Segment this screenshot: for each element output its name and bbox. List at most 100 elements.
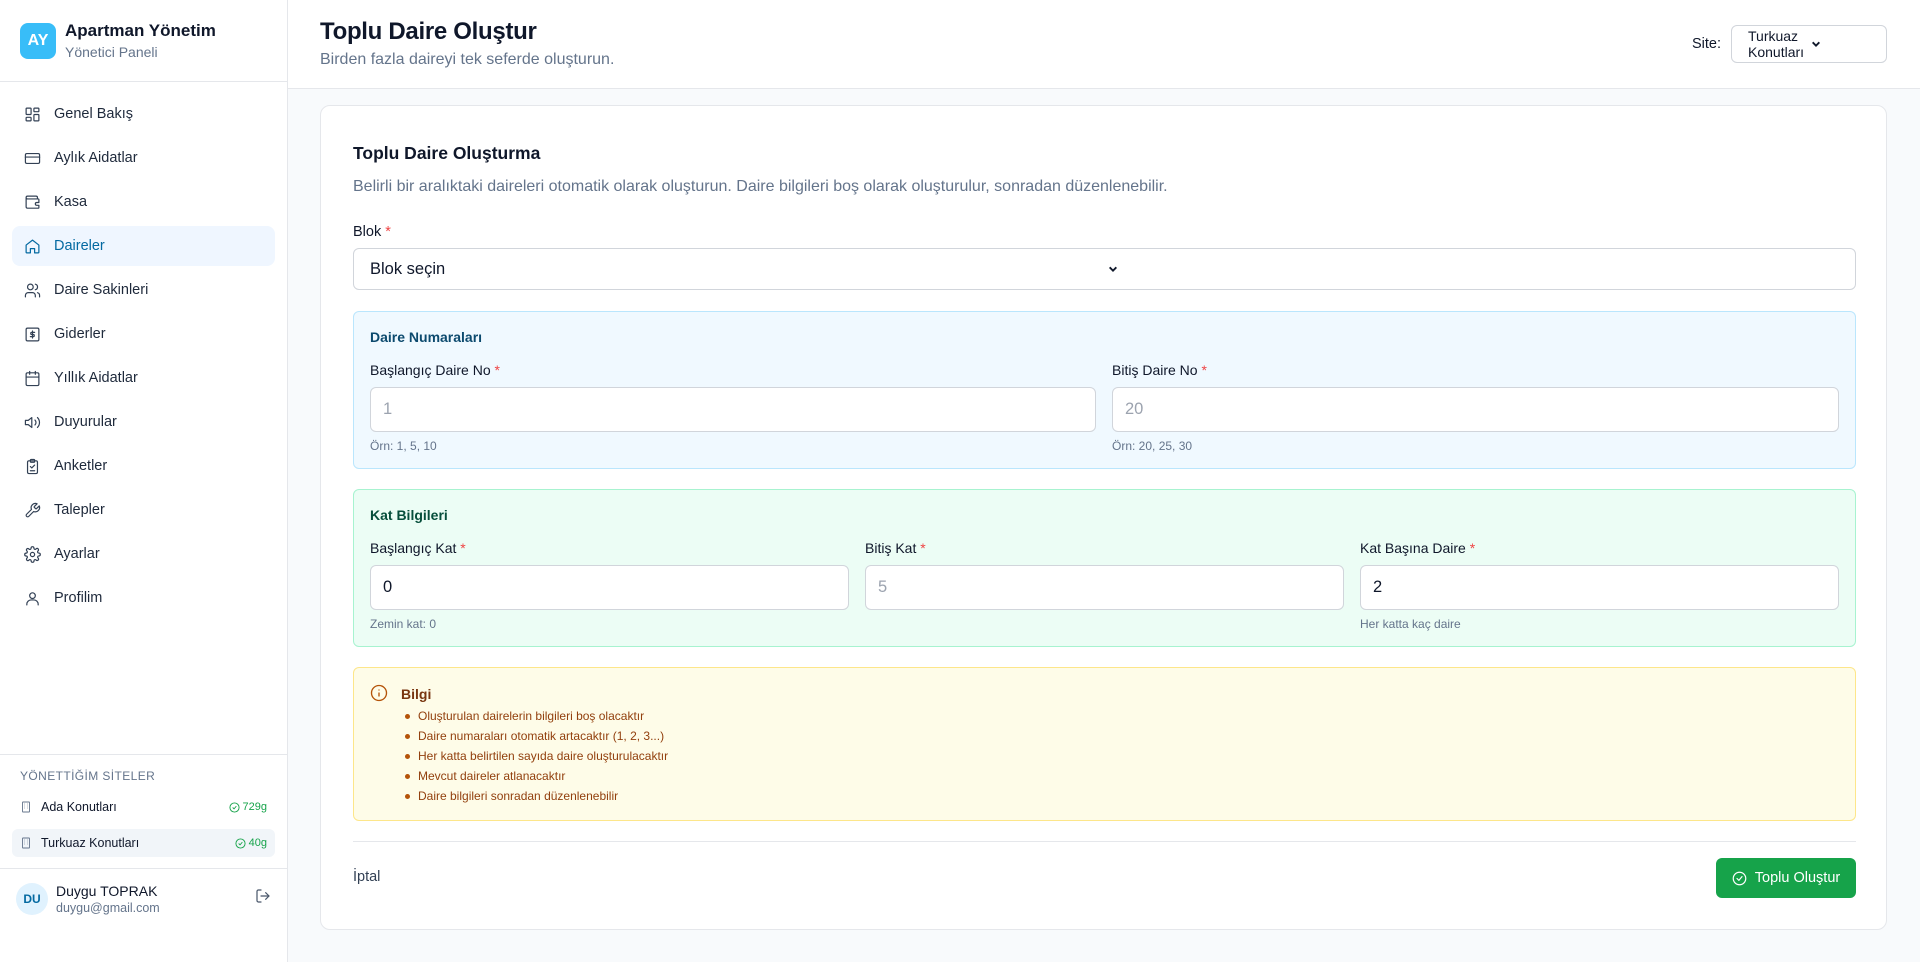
sidebar-item-profilim[interactable]: Profilim bbox=[12, 578, 275, 618]
check-circle-icon bbox=[235, 837, 246, 849]
sidebar-item-label: Yıllık Aidatlar bbox=[54, 370, 138, 386]
start-floor-field: Başlangıç Kat * 0 Zemin kat: 0 bbox=[370, 540, 849, 631]
sidebar: AY Apartman Yönetim Yönetici Paneli Gene… bbox=[0, 0, 288, 962]
logout-icon[interactable] bbox=[255, 888, 271, 909]
required-mark: * bbox=[1201, 362, 1207, 378]
sidebar-item-yillik-aidatlar[interactable]: Yıllık Aidatlar bbox=[12, 358, 275, 398]
sidebar-item-label: Ayarlar bbox=[54, 546, 100, 562]
site-switcher-label: Site: bbox=[1691, 36, 1721, 52]
field-label: Kat Başına Daire * bbox=[1360, 540, 1839, 556]
info-icon bbox=[370, 684, 388, 707]
divider bbox=[353, 841, 1856, 842]
field-label: Başlangıç Kat * bbox=[370, 540, 849, 556]
blok-select-value: Blok seçin bbox=[370, 259, 446, 278]
field-label: Bitiş Kat * bbox=[865, 540, 1344, 556]
field-label: Bitiş Daire No * bbox=[1112, 362, 1839, 378]
sidebar-item-label: Genel Bakış bbox=[54, 106, 133, 122]
sidebar-item-genel-bakis[interactable]: Genel Bakış bbox=[12, 94, 275, 134]
brand-subtitle: Yönetici Paneli bbox=[65, 44, 158, 60]
field-label-text: Başlangıç Daire No bbox=[370, 362, 491, 378]
field-label-text: Bitiş Daire No bbox=[1112, 362, 1198, 378]
end-floor-field: Bitiş Kat * 5 bbox=[865, 540, 1344, 610]
sidebar-item-label: Daire Sakinleri bbox=[54, 282, 149, 298]
chevron-down-icon bbox=[1811, 36, 1874, 52]
wallet-icon bbox=[24, 194, 41, 211]
site-name: Turkuaz Konutları bbox=[41, 836, 140, 850]
start-number-input[interactable]: 1 bbox=[370, 387, 1096, 432]
sidebar-item-daire-sakinleri[interactable]: Daire Sakinleri bbox=[12, 270, 275, 310]
cancel-button[interactable]: İptal bbox=[353, 869, 380, 885]
sidebar-item-ayarlar[interactable]: Ayarlar bbox=[12, 534, 275, 574]
sidebar-item-giderler[interactable]: Giderler bbox=[12, 314, 275, 354]
required-mark: * bbox=[1469, 540, 1476, 556]
sidebar-item-label: Giderler bbox=[54, 326, 106, 342]
sidebar-item-aylik-aidatlar[interactable]: Aylık Aidatlar bbox=[12, 138, 275, 178]
blok-select[interactable]: Blok seçin bbox=[353, 248, 1856, 290]
field-hint: Her katta kaç daire bbox=[1360, 617, 1461, 631]
info-title: Bilgi bbox=[401, 686, 432, 702]
site-select[interactable]: Turkuaz Konutları bbox=[1731, 25, 1887, 63]
check-circle-icon bbox=[228, 801, 240, 813]
sidebar-item-duyurular[interactable]: Duyurular bbox=[12, 402, 275, 442]
page-subtitle: Birden fazla daireyi tek seferde oluştur… bbox=[320, 51, 615, 68]
field-label: Başlangıç Daire No * bbox=[370, 362, 1096, 378]
per-floor-input[interactable]: 2 bbox=[1360, 565, 1839, 610]
end-number-input[interactable]: 20 bbox=[1112, 387, 1839, 432]
end-number-field: Bitiş Daire No * 20 Örn: 20, 25, 30 bbox=[1112, 362, 1839, 453]
chevron-down-icon bbox=[1108, 260, 1846, 279]
sidebar-item-label: Aylık Aidatlar bbox=[54, 150, 138, 166]
user-icon bbox=[24, 590, 41, 607]
sidebar-item-talepler[interactable]: Talepler bbox=[12, 490, 275, 530]
dollar-icon bbox=[24, 326, 41, 343]
site-item-ada-konutlari[interactable]: Ada Konutları 729g bbox=[12, 793, 275, 821]
field-label-text: Başlangıç Kat bbox=[370, 540, 457, 556]
building-icon bbox=[20, 801, 32, 813]
field-hint: Örn: 1, 5, 10 bbox=[370, 439, 437, 453]
sidebar-item-daireler[interactable]: Daireler bbox=[12, 226, 275, 266]
avatar: DU bbox=[16, 882, 48, 915]
sidebar-item-label: Kasa bbox=[54, 194, 88, 210]
sidebar-item-anketler[interactable]: Anketler bbox=[12, 446, 275, 486]
field-label-text: Bitiş Kat bbox=[865, 540, 917, 556]
sidebar-item-kasa[interactable]: Kasa bbox=[12, 182, 275, 222]
site-days-label: 40g bbox=[248, 837, 267, 849]
managed-sites: YÖNETTİĞİM SİTELER Ada Konutları 729g Tu… bbox=[0, 754, 287, 865]
sidebar-item-label: Anketler bbox=[54, 458, 108, 474]
calendar-icon bbox=[24, 370, 41, 387]
start-floor-input[interactable]: 0 bbox=[370, 565, 849, 610]
user-panel: DU Duygu TOPRAK duygu@gmail.com bbox=[0, 868, 287, 928]
sidebar-nav: Genel Bakış Aylık Aidatlar Kasa Daireler… bbox=[0, 82, 287, 618]
site-subscription-days: 729g bbox=[228, 801, 267, 813]
per-floor-field: Kat Başına Daire * 2 Her katta kaç daire bbox=[1360, 540, 1839, 631]
brand-logo: AY bbox=[20, 22, 56, 59]
blok-label: Blok * bbox=[353, 224, 391, 240]
info-item: Daire numaraları otomatik artacaktır (1,… bbox=[401, 726, 668, 746]
info-list: Oluşturulan dairelerin bilgileri boş ola… bbox=[401, 706, 668, 806]
building-icon bbox=[20, 837, 32, 849]
blok-label-text: Blok bbox=[353, 224, 382, 240]
site-subscription-days: 40g bbox=[235, 837, 267, 849]
site-switcher: Site: Turkuaz Konutları bbox=[1692, 25, 1887, 63]
bulk-create-button[interactable]: Toplu Oluştur bbox=[1716, 858, 1856, 898]
check-circle-icon bbox=[1732, 871, 1747, 885]
brand-title: Apartman Yönetim bbox=[65, 21, 216, 40]
field-label-text: Kat Başına Daire bbox=[1360, 540, 1466, 556]
home-icon bbox=[24, 238, 41, 255]
sidebar-item-label: Daireler bbox=[54, 238, 105, 254]
field-hint: Zemin kat: 0 bbox=[370, 617, 437, 631]
info-item: Oluşturulan dairelerin bilgileri boş ola… bbox=[401, 706, 668, 726]
info-item: Mevcut daireler atlanacaktır bbox=[401, 766, 668, 786]
info-item: Daire bilgileri sonradan düzenlenebilir bbox=[401, 786, 668, 806]
end-floor-input[interactable]: 5 bbox=[865, 565, 1344, 610]
dashboard-icon bbox=[24, 106, 41, 123]
site-name: Ada Konutları bbox=[41, 800, 117, 814]
floor-info-section: Kat Bilgileri Başlangıç Kat * 0 Zemin ka… bbox=[353, 489, 1856, 647]
sidebar-item-label: Talepler bbox=[54, 502, 105, 518]
info-box: Bilgi Oluşturulan dairelerin bilgileri b… bbox=[353, 667, 1856, 821]
site-item-turkuaz-konutlari[interactable]: Turkuaz Konutları 40g bbox=[12, 829, 275, 857]
managed-sites-title: YÖNETTİĞİM SİTELER bbox=[20, 769, 156, 783]
megaphone-icon bbox=[24, 414, 41, 431]
info-item: Her katta belirtilen sayıda daire oluştu… bbox=[401, 746, 668, 766]
user-name: Duygu TOPRAK bbox=[56, 882, 158, 899]
apartment-numbers-section: Daire Numaraları Başlangıç Daire No * 1 … bbox=[353, 311, 1856, 469]
